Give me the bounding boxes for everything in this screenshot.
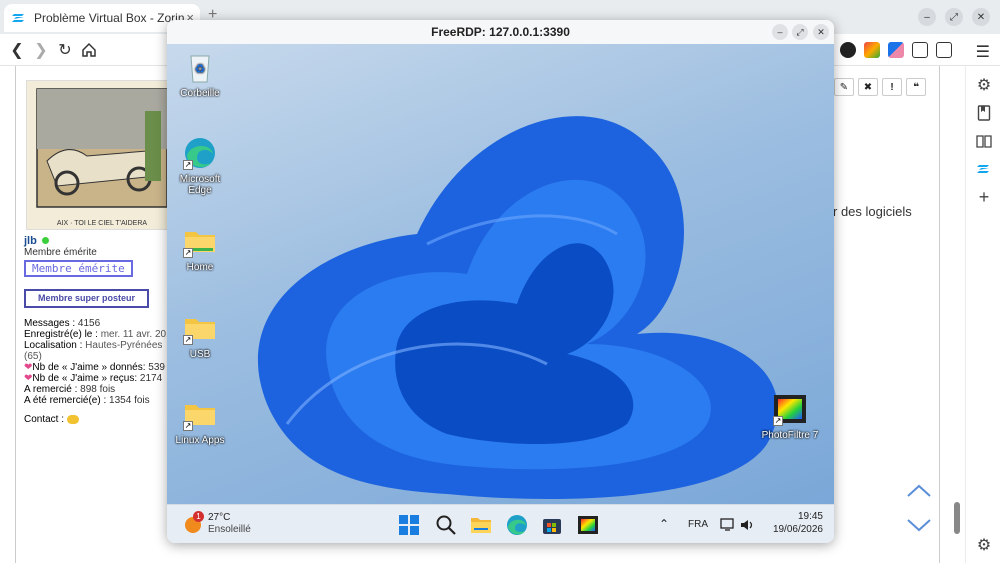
sidebar-settings-icon[interactable]: ⚙ (975, 536, 993, 554)
weather-widget[interactable]: 1 27°C Ensoleillé (179, 505, 269, 543)
stat-location: Localisation : Hautes-Pyrénées (65) (24, 340, 163, 362)
shortcut-arrow-icon: ↗ (183, 248, 193, 258)
desktop-icon-edge[interactable]: ↗ Microsoft Edge (169, 136, 231, 196)
stat-likes-received: ❤Nb de « J'aime » reçus: 2174 (24, 373, 163, 384)
home-icon[interactable] (80, 41, 98, 59)
reader-icon[interactable] (975, 132, 993, 150)
post-actions: ✎ ✖ ! ❝ (834, 78, 926, 96)
photofiltre-icon: ↗ (773, 392, 807, 426)
windows-start-icon[interactable] (398, 514, 420, 536)
icon-label: Corbeille (180, 88, 220, 99)
weather-desc: Ensoleillé (208, 524, 251, 535)
edit-icon[interactable]: ✎ (834, 78, 854, 96)
desktop-icon-usb[interactable]: ↗ USB (169, 311, 231, 360)
post-text: r des logiciels (833, 204, 912, 219)
scroll-top-icon[interactable] (906, 482, 932, 500)
bookmark-icon[interactable] (975, 104, 993, 122)
avatar: AIX · TOI LE CIEL T'AIDERA (26, 80, 176, 230)
tray-overflow-icon[interactable]: ⌃ (659, 517, 669, 531)
browser-sidebar: ⚙ + ⚙ (965, 66, 1000, 563)
maximize-button[interactable]: ⤢ (945, 8, 963, 26)
user-stats: Messages : 4156 Enregistré(e) le : mer. … (24, 318, 206, 425)
close-window-button[interactable]: ✕ (972, 8, 990, 26)
scroll-bottom-icon[interactable] (906, 516, 932, 534)
rdp-maximize-button[interactable]: ⤢ (792, 24, 808, 40)
folder-icon: ↗ (183, 311, 217, 345)
contact-row: Contact : (24, 414, 184, 425)
user-role: Membre émérite (24, 247, 97, 258)
add-panel-icon[interactable]: + (975, 187, 993, 207)
extension-shield-icon[interactable] (840, 42, 856, 58)
username-link[interactable]: jlb (24, 235, 37, 247)
icon-label: Linux Apps (175, 435, 225, 446)
shortcut-arrow-icon: ↗ (183, 160, 193, 170)
extension-colorful-icon[interactable] (864, 42, 880, 58)
desktop-icon-home[interactable]: ↗ Home (169, 224, 231, 273)
volume-icon[interactable] (739, 517, 755, 533)
tab-title: Problème Virtual Box - Zorin (34, 11, 184, 25)
extensions-puzzle-icon[interactable] (912, 42, 928, 58)
windows-desktop[interactable]: ♻ Corbeille ↗ Microsoft Edge ↗ Home ↗ US… (167, 44, 834, 504)
rank-badge-super: Membre super posteur (24, 289, 150, 308)
rdp-title: FreeRDP: 127.0.0.1:3390 (167, 20, 834, 44)
icon-label: Home (186, 262, 214, 273)
delete-icon[interactable]: ✖ (858, 78, 878, 96)
language-indicator[interactable]: FRA (688, 519, 708, 530)
settings-gear-icon[interactable]: ⚙ (975, 76, 993, 94)
stat-thanked: A remercié : 898 fois (24, 384, 116, 395)
folder-icon: ↗ (183, 224, 217, 258)
shortcut-arrow-icon: ↗ (183, 335, 193, 345)
folder-icon: ↗ (183, 397, 217, 431)
svg-text:♻: ♻ (195, 62, 206, 76)
file-explorer-icon[interactable] (470, 514, 492, 536)
stat-likes-given: ❤Nb de « J'aime » donnés: 539 (24, 362, 165, 373)
edge-taskbar-icon[interactable] (506, 514, 528, 536)
shortcut-arrow-icon: ↗ (773, 416, 783, 426)
avatar-illustration (36, 88, 168, 208)
menu-icon[interactable]: ☰ (976, 42, 990, 62)
windows-taskbar: 1 27°C Ensoleillé ⌃ FRA 19:45 19/06/2026 (167, 504, 834, 543)
edge-icon: ↗ (183, 136, 217, 170)
weather-badge: 1 (193, 511, 204, 522)
icon-label: USB (189, 349, 211, 360)
rank-badge: Membre émérite (24, 260, 133, 277)
forward-icon[interactable]: ❯ (32, 41, 50, 59)
desktop-icon-recycle-bin[interactable]: ♻ Corbeille (169, 50, 231, 99)
screenshot-icon[interactable] (936, 42, 952, 58)
rdp-minimize-button[interactable]: – (772, 24, 788, 40)
wallpaper-bloom (257, 116, 778, 499)
zorin-logo-icon (12, 14, 24, 22)
page-scrollbar[interactable] (954, 502, 960, 534)
shortcut-arrow-icon: ↗ (183, 421, 193, 431)
icon-label: Microsoft Edge (179, 174, 221, 196)
chat-bubble-icon[interactable] (66, 414, 79, 424)
stat-messages: Messages : 4156 (24, 318, 101, 329)
weather-temp: 27°C (208, 512, 231, 523)
network-icon[interactable] (720, 517, 736, 533)
store-icon[interactable] (541, 514, 563, 536)
recycle-bin-icon: ♻ (183, 50, 217, 84)
clock[interactable]: 19:45 19/06/2026 (763, 511, 823, 535)
reload-icon[interactable]: ↻ (56, 41, 74, 59)
extension-feather-icon[interactable] (888, 42, 904, 58)
avatar-caption: AIX · TOI LE CIEL T'AIDERA (56, 220, 148, 227)
desktop-icon-linux-apps[interactable]: ↗ Linux Apps (169, 397, 231, 446)
photofiltre-taskbar-icon[interactable] (577, 514, 599, 536)
user-info: jlb Membre émérite Membre émérite Membre… (24, 235, 206, 425)
stat-registered: Enregistré(e) le : mer. 11 avr. 2018 08:… (24, 329, 206, 340)
search-icon[interactable] (435, 514, 457, 536)
stat-was-thanked: A été remercié(e) : 1354 fois (24, 395, 150, 406)
icon-label: PhotoFiltre 7 (761, 430, 819, 441)
clock-time: 19:45 (797, 511, 823, 522)
back-icon[interactable]: ❮ (8, 41, 26, 59)
report-icon[interactable]: ! (882, 78, 902, 96)
minimize-button[interactable]: – (918, 8, 936, 26)
freerdp-window[interactable]: FreeRDP: 127.0.0.1:3390 – ⤢ ✕ ♻ Corbeill… (167, 20, 834, 543)
clock-date: 19/06/2026 (772, 524, 823, 535)
zorin-sidebar-icon[interactable] (975, 160, 993, 178)
online-status-icon (41, 237, 49, 244)
rdp-close-button[interactable]: ✕ (813, 24, 829, 40)
quote-icon[interactable]: ❝ (906, 78, 926, 96)
desktop-icon-photofiltre[interactable]: ↗ PhotoFiltre 7 (759, 392, 821, 441)
